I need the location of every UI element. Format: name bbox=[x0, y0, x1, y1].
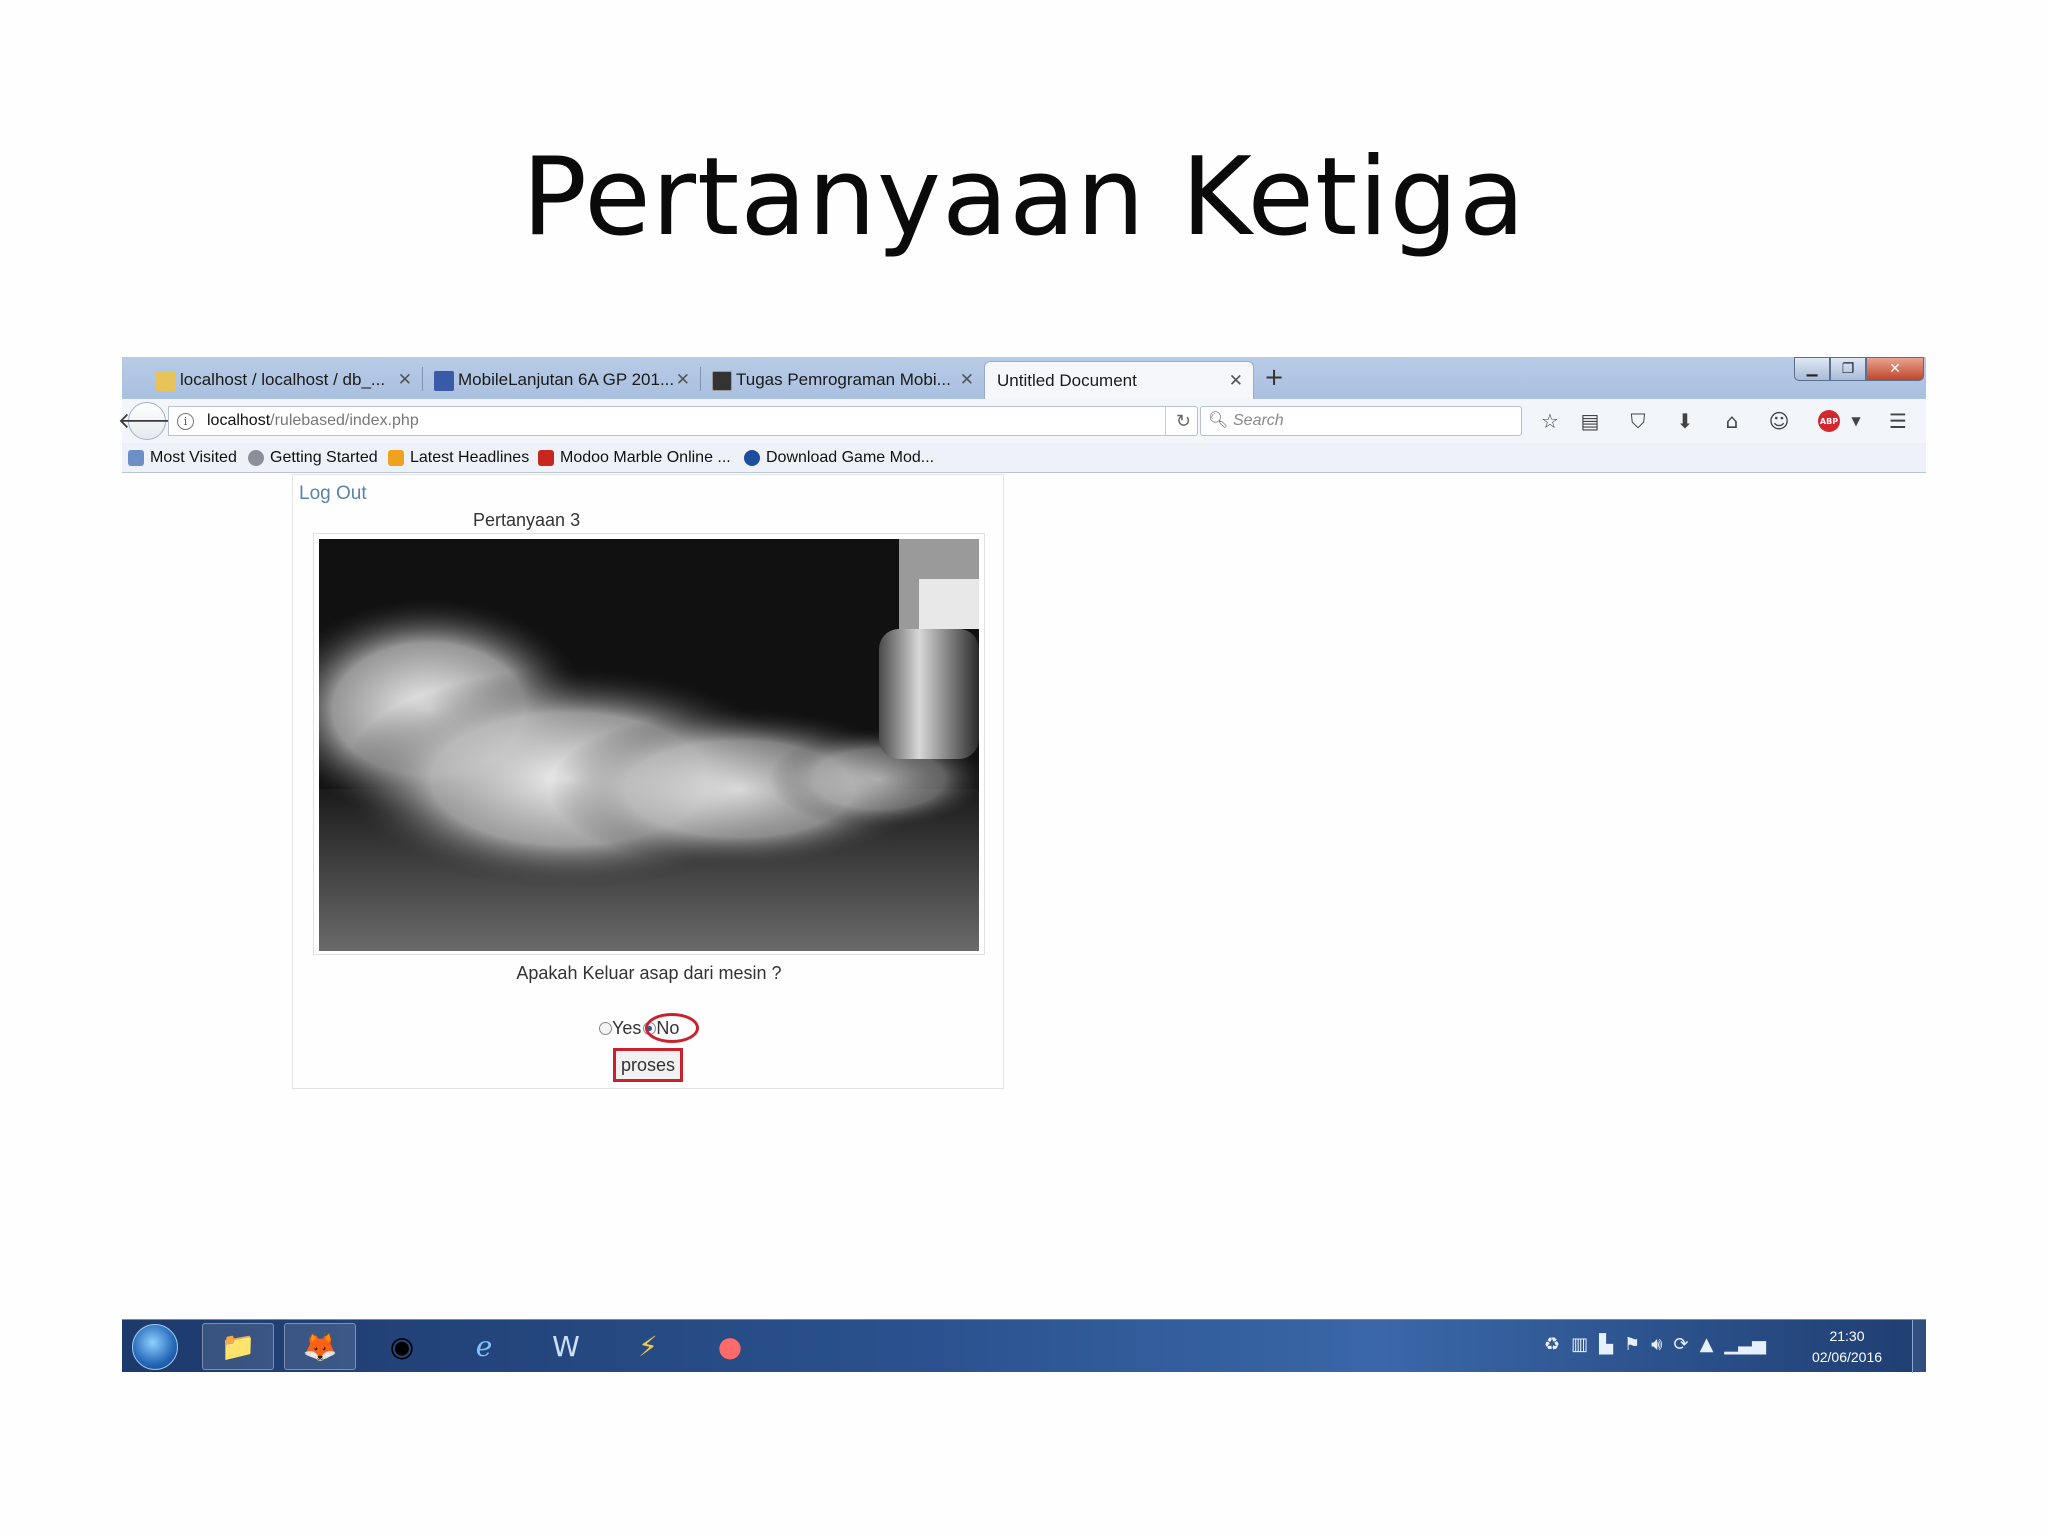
tab-mobile-lanjutan[interactable]: MobileLanjutan 6A GP 201... ✕ bbox=[428, 361, 700, 399]
close-icon[interactable]: ✕ bbox=[398, 370, 412, 390]
bookmark-modoo-marble[interactable]: Modoo Marble Online ... bbox=[538, 449, 731, 467]
tray-clipboard-icon[interactable]: ▥ bbox=[1571, 1334, 1588, 1355]
search-input[interactable]: 🔍︎ Search bbox=[1200, 406, 1522, 436]
browser-window: localhost / localhost / db_... ✕ MobileL… bbox=[118, 357, 1926, 1373]
show-desktop-button[interactable] bbox=[1912, 1320, 1926, 1373]
modoo-icon bbox=[538, 450, 554, 466]
question-image-frame bbox=[313, 533, 985, 955]
tab-label: MobileLanjutan 6A GP 201... bbox=[458, 370, 675, 389]
tab-label: Tugas Pemrograman Mobi... bbox=[736, 370, 951, 389]
radio-yes-label: Yes bbox=[612, 1018, 642, 1038]
question-heading: Pertanyaan 3 bbox=[473, 510, 581, 530]
bookmark-star-icon[interactable]: ☆ bbox=[1538, 409, 1562, 433]
home-icon[interactable]: ⌂ bbox=[1720, 409, 1744, 433]
bookmarks-toolbar: Most Visited Getting Started Latest Head… bbox=[122, 443, 1926, 473]
tab-separator bbox=[422, 367, 423, 391]
tab-label: localhost / localhost / db_... bbox=[180, 370, 386, 389]
classroom-icon bbox=[434, 371, 454, 391]
bookmark-label: Latest Headlines bbox=[410, 449, 530, 466]
tab-tugas[interactable]: Tugas Pemrograman Mobi... ✕ bbox=[706, 361, 984, 399]
new-tab-button[interactable]: + bbox=[1264, 363, 1284, 391]
back-button[interactable]: 🡐 bbox=[118, 402, 177, 440]
download-game-icon bbox=[744, 450, 760, 466]
logout-link[interactable]: Log Out bbox=[299, 483, 367, 505]
windows-taskbar: 📁 🦊 ◉ ℯ W ⚡ ● ♻ ▥ ▙ ⚑ 🔊︎ ⟳ ▲ ▁▃▅ 21:30 0… bbox=[122, 1319, 1926, 1373]
bookmark-label: Most Visited bbox=[150, 449, 237, 466]
info-icon[interactable]: i bbox=[177, 413, 194, 430]
search-icon: 🔍︎ bbox=[1208, 412, 1229, 429]
bookmark-most-visited[interactable]: Most Visited bbox=[128, 449, 237, 467]
tab-separator bbox=[700, 367, 701, 391]
chrome-taskbar-icon[interactable]: ◉ bbox=[366, 1323, 438, 1370]
bookmark-getting-started[interactable]: Getting Started bbox=[248, 449, 378, 467]
pocket-icon[interactable]: ⛉ bbox=[1626, 409, 1650, 433]
phpmyadmin-icon bbox=[156, 371, 176, 391]
reload-icon[interactable]: ↻ bbox=[1164, 407, 1191, 435]
start-button[interactable] bbox=[132, 1324, 178, 1370]
bookmark-latest-headlines[interactable]: Latest Headlines bbox=[388, 449, 529, 467]
close-window-button[interactable]: ✕ bbox=[1866, 357, 1924, 381]
maximize-button[interactable]: ❐ bbox=[1830, 357, 1866, 381]
page-content: Log Out Pertanyaan 3 Apakah Keluar asap … bbox=[122, 474, 1926, 1319]
question-text: Apakah Keluar asap dari mesin ? bbox=[516, 963, 782, 983]
navigation-bar: 🡐 i localhost/rulebased/index.php ↻ 🔍︎ S… bbox=[118, 399, 1926, 443]
tray-sync-icon[interactable]: ⟳ bbox=[1673, 1334, 1688, 1355]
clock-time: 21:30 bbox=[1829, 1328, 1865, 1344]
bookmark-label: Modoo Marble Online ... bbox=[560, 449, 731, 466]
taskbar-clock[interactable]: 21:30 02/06/2016 bbox=[1802, 1326, 1892, 1368]
explorer-taskbar-icon[interactable]: 📁 bbox=[202, 1323, 274, 1370]
exhaust-smoke-image bbox=[319, 539, 979, 951]
tab-bar: localhost / localhost / db_... ✕ MobileL… bbox=[122, 357, 1926, 399]
chevron-down-icon[interactable]: ▼ bbox=[1844, 409, 1868, 433]
signal-icon[interactable]: ▁▃▅ bbox=[1724, 1334, 1766, 1355]
bluestacks-taskbar-icon[interactable]: ● bbox=[694, 1323, 766, 1370]
menu-icon[interactable]: ☰ bbox=[1886, 409, 1910, 433]
chat-icon[interactable]: ☺ bbox=[1767, 409, 1791, 433]
slide: Pertanyaan Ketiga localhost / localhost … bbox=[0, 0, 2048, 1536]
close-icon[interactable]: ✕ bbox=[676, 370, 690, 390]
radio-yes[interactable] bbox=[599, 1022, 612, 1035]
tray-drive-icon[interactable]: ▲ bbox=[1700, 1334, 1714, 1355]
system-tray: ♻ ▥ ▙ ⚑ 🔊︎ ⟳ ▲ ▁▃▅ bbox=[1544, 1334, 1766, 1355]
close-icon[interactable]: ✕ bbox=[1229, 371, 1243, 391]
proses-button[interactable]: proses bbox=[613, 1048, 683, 1082]
window-controls: ▁ ❐ ✕ bbox=[1794, 357, 1924, 383]
document-icon bbox=[712, 371, 732, 391]
question-panel: Log Out Pertanyaan 3 Apakah Keluar asap … bbox=[292, 474, 1004, 1089]
tray-network-icon[interactable]: ▙ bbox=[1599, 1334, 1613, 1355]
most-visited-icon bbox=[128, 450, 144, 466]
internet-explorer-taskbar-icon[interactable]: ℯ bbox=[448, 1323, 520, 1370]
download-icon[interactable]: ⬇ bbox=[1673, 409, 1697, 433]
rss-icon bbox=[388, 450, 404, 466]
word-taskbar-icon[interactable]: W bbox=[530, 1323, 602, 1370]
volume-icon[interactable]: 🔊︎ bbox=[1651, 1334, 1662, 1355]
clock-date: 02/06/2016 bbox=[1811, 1349, 1883, 1365]
tray-flag-icon[interactable]: ⚑ bbox=[1624, 1334, 1640, 1355]
tab-phpmyadmin[interactable]: localhost / localhost / db_... ✕ bbox=[150, 361, 422, 399]
search-placeholder: Search bbox=[1233, 412, 1284, 429]
bookmark-label: Getting Started bbox=[270, 449, 378, 466]
bookmark-download-game[interactable]: Download Game Mod... bbox=[744, 449, 934, 467]
tab-label: Untitled Document bbox=[997, 370, 1137, 390]
adblock-icon[interactable]: ABP bbox=[1818, 410, 1840, 432]
close-icon[interactable]: ✕ bbox=[960, 370, 974, 390]
bookmark-label: Download Game Mod... bbox=[766, 449, 935, 466]
slide-title: Pertanyaan Ketiga bbox=[521, 135, 1527, 260]
winamp-taskbar-icon[interactable]: ⚡ bbox=[612, 1323, 684, 1370]
tab-untitled-document[interactable]: Untitled Document ✕ bbox=[984, 361, 1254, 399]
tray-app-icon[interactable]: ♻ bbox=[1544, 1334, 1560, 1355]
firefox-taskbar-icon[interactable]: 🦊 bbox=[284, 1323, 356, 1370]
address-url: localhost/rulebased/index.php bbox=[207, 412, 419, 429]
globe-icon bbox=[248, 450, 264, 466]
reading-list-icon[interactable]: ▤ bbox=[1578, 409, 1602, 433]
minimize-button[interactable]: ▁ bbox=[1794, 357, 1830, 381]
address-bar[interactable]: i localhost/rulebased/index.php ↻ bbox=[168, 406, 1198, 436]
smoke-photo-svg bbox=[319, 539, 979, 951]
highlight-annotation bbox=[645, 1013, 699, 1043]
